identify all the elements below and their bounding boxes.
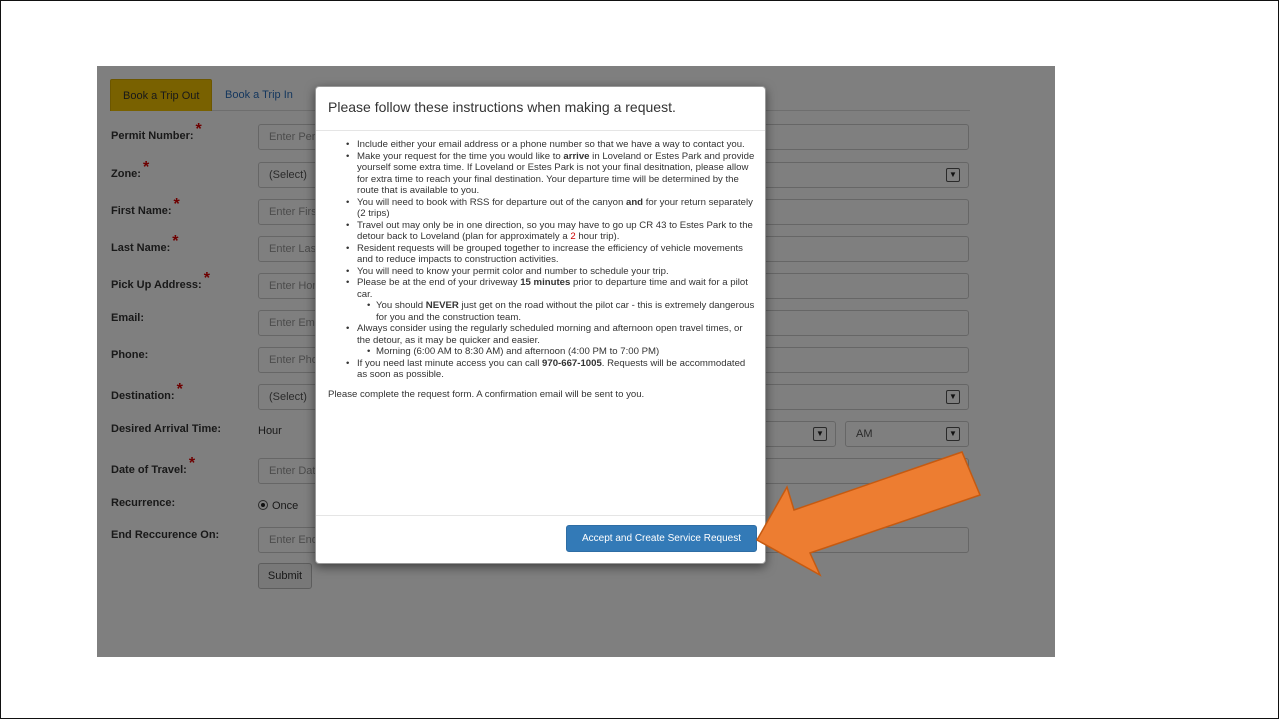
instructions-modal: Please follow these instructions when ma…	[315, 86, 766, 564]
arrow-shape	[755, 451, 982, 577]
instruction-open-travel: Always consider using the regularly sche…	[346, 323, 758, 358]
instruction-driveway-sublist: You should NEVER just get on the road wi…	[357, 300, 758, 323]
modal-footer-divider	[316, 515, 765, 516]
instruction-driveway: Please be at the end of your driveway 15…	[346, 277, 758, 323]
arrow-pointer-icon	[755, 451, 982, 577]
modal-title: Please follow these instructions when ma…	[328, 99, 676, 115]
accept-create-request-button[interactable]: Accept and Create Service Request	[566, 525, 757, 552]
instruction-last-minute: If you need last minute access you can c…	[346, 358, 758, 381]
instruction-never: You should NEVER just get on the road wi…	[367, 300, 758, 323]
instructions-list: Include either your email address or a p…	[328, 139, 758, 381]
instruction-open-travel-sublist: Morning (6:00 AM to 8:30 AM) and afterno…	[357, 346, 758, 358]
instruction-two-trips: You will need to book with RSS for depar…	[346, 197, 758, 220]
instruction-permit-color: You will need to know your permit color …	[346, 266, 758, 278]
modal-body: Include either your email address or a p…	[328, 139, 758, 400]
instruction-one-direction: Travel out may only be in one direction,…	[346, 220, 758, 243]
instruction-contact: Include either your email address or a p…	[346, 139, 758, 151]
instruction-arrive: Make your request for the time you would…	[346, 151, 758, 197]
instruction-grouped: Resident requests will be grouped togeth…	[346, 243, 758, 266]
modal-header-divider	[316, 130, 765, 131]
instruction-times: Morning (6:00 AM to 8:30 AM) and afterno…	[367, 346, 758, 358]
modal-closing-text: Please complete the request form. A conf…	[328, 388, 645, 400]
